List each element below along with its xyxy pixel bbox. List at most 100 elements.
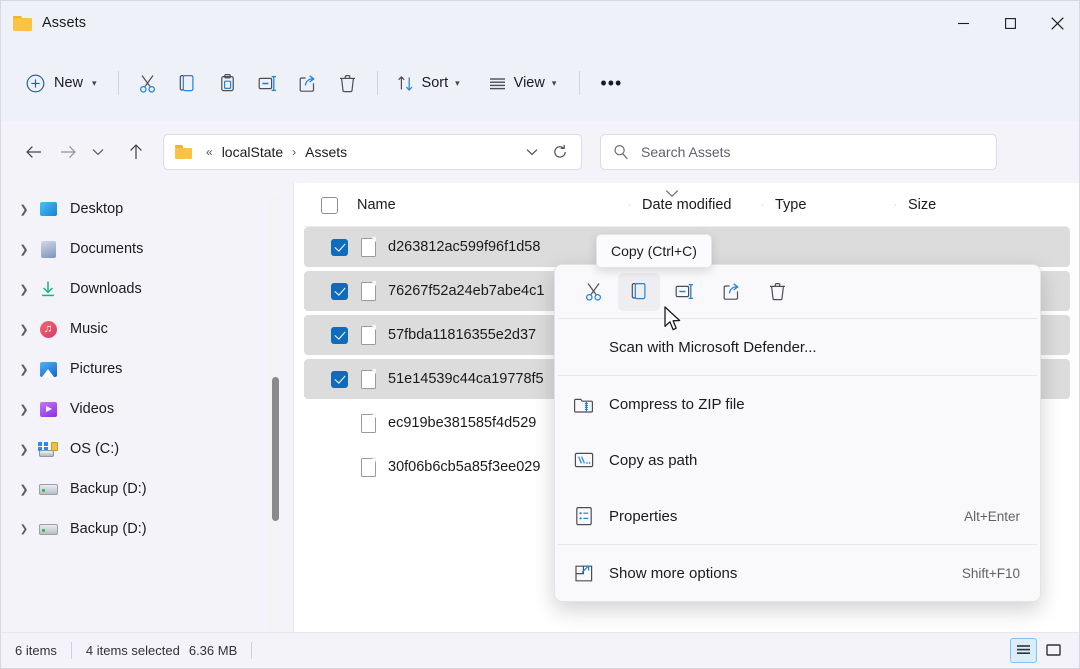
sidebar-item-pictures[interactable]: ❯ Pictures (7, 349, 251, 389)
sidebar-item-backup-d[interactable]: ❯ Backup (D:) (7, 469, 251, 509)
pane-view-button[interactable] (1040, 638, 1067, 663)
tooltip: Copy (Ctrl+C) (596, 234, 712, 268)
rename-button[interactable] (248, 65, 288, 101)
chevron-right-icon[interactable]: ❯ (11, 196, 37, 222)
sidebar-label: Documents (70, 241, 143, 257)
column-header-type[interactable]: Type (762, 197, 895, 213)
toolbar-divider-2 (377, 71, 378, 95)
drive-icon (37, 484, 59, 495)
chevron-right-icon[interactable]: ❯ (11, 276, 37, 302)
search-box[interactable]: Search Assets (600, 134, 997, 170)
copy-button[interactable] (168, 65, 208, 101)
sidebar-item-documents[interactable]: ❯ Documents (7, 229, 251, 269)
documents-icon (37, 241, 59, 258)
sidebar-label: Music (70, 321, 108, 337)
cut-button[interactable] (128, 65, 168, 101)
ellipsis-icon: ••• (600, 73, 622, 94)
forward-button[interactable] (51, 135, 85, 169)
address-bar[interactable]: « localState › Assets (163, 134, 582, 170)
path-icon (573, 451, 595, 469)
copy-icon (629, 281, 650, 302)
context-item-show-more-options[interactable]: Show more options Shift+F10 (555, 545, 1040, 601)
column-header-date-modified[interactable]: Date modified (629, 197, 762, 213)
paste-button[interactable] (208, 65, 248, 101)
context-item-compress-zip[interactable]: Compress to ZIP file (555, 376, 1040, 432)
new-button[interactable]: New ▾ (17, 65, 109, 101)
minimize-button[interactable] (940, 1, 987, 45)
view-button[interactable]: View ▾ (479, 65, 566, 101)
select-all-checkbox[interactable] (321, 197, 338, 214)
sort-button[interactable]: Sort ▾ (387, 65, 469, 101)
maximize-button[interactable] (987, 1, 1034, 45)
search-input[interactable]: Search Assets (641, 144, 731, 160)
search-icon (613, 144, 629, 160)
status-divider (71, 642, 72, 659)
context-item-label: Scan with Microsoft Defender... (609, 339, 1020, 356)
details-view-icon (1015, 643, 1032, 658)
refresh-button[interactable] (545, 138, 575, 166)
pane-view-icon (1045, 643, 1062, 658)
sidebar-item-backup-d-expanded[interactable]: ❯ Backup (D:) (7, 509, 251, 549)
sidebar-label: Backup (D:) (70, 481, 147, 497)
rename-icon (257, 73, 279, 94)
context-menu-icon-row (555, 265, 1040, 318)
share-icon (721, 281, 742, 302)
up-button[interactable] (119, 135, 153, 169)
sidebar-scrollbar-thumb[interactable] (272, 377, 279, 521)
arrow-up-icon (128, 143, 144, 161)
recent-locations-button[interactable] (85, 135, 111, 169)
chevron-right-icon[interactable]: ❯ (11, 316, 37, 342)
status-selection-count: 4 items selected (86, 643, 180, 658)
close-button[interactable] (1034, 1, 1080, 45)
share-button[interactable] (288, 65, 328, 101)
sidebar-item-music[interactable]: ❯ Music (7, 309, 251, 349)
address-dropdown-button[interactable] (519, 138, 545, 166)
scissors-icon (137, 73, 158, 94)
refresh-icon (552, 144, 568, 160)
details-view-button[interactable] (1010, 638, 1037, 663)
context-delete-button[interactable] (756, 273, 798, 311)
scissors-icon (583, 281, 604, 302)
sidebar-item-videos[interactable]: ❯ Videos (7, 389, 251, 429)
sidebar-item-downloads[interactable]: ❯ Downloads (7, 269, 251, 309)
breadcrumb-localstate[interactable]: localState (218, 141, 287, 163)
context-cut-button[interactable] (572, 273, 614, 311)
chevron-right-icon[interactable]: ❯ (11, 236, 37, 262)
arrow-right-icon (59, 144, 77, 160)
context-copy-button[interactable] (618, 273, 660, 311)
window-title: Assets (42, 15, 86, 31)
see-more-button[interactable]: ••• (589, 65, 633, 101)
view-button-label: View (514, 75, 545, 91)
column-header-name[interactable]: Name (338, 197, 629, 213)
chevron-down-icon[interactable]: ❯ (11, 516, 37, 542)
delete-button[interactable] (328, 65, 368, 101)
mouse-cursor (664, 306, 683, 333)
sidebar-item-os-c[interactable]: ❯ OS (C:) (7, 429, 251, 469)
column-header-size[interactable]: Size (895, 197, 1028, 213)
chevron-down-icon: ▾ (92, 78, 97, 89)
context-item-properties[interactable]: Properties Alt+Enter (555, 488, 1040, 544)
chevron-right-icon[interactable]: ❯ (11, 476, 37, 502)
chevron-right-icon[interactable]: ❯ (11, 356, 37, 382)
row-checkbox[interactable] (331, 371, 348, 388)
sidebar-item-desktop[interactable]: ❯ Desktop (7, 189, 251, 229)
row-checkbox[interactable] (331, 239, 348, 256)
context-item-scan-defender[interactable]: Scan with Microsoft Defender... (555, 319, 1040, 375)
breadcrumb-assets[interactable]: Assets (301, 141, 351, 163)
breadcrumb-separator: › (287, 145, 301, 159)
context-share-button[interactable] (710, 273, 752, 311)
file-icon (361, 370, 376, 389)
file-icon (361, 326, 376, 345)
column-headers: Name Date modified Type Size (294, 183, 1080, 227)
back-button[interactable] (17, 135, 51, 169)
sidebar-label: Videos (70, 401, 114, 417)
context-item-copy-as-path[interactable]: Copy as path (555, 432, 1040, 488)
file-name: 30f06b6cb5a85f3ee029 (388, 459, 540, 475)
row-checkbox[interactable] (331, 283, 348, 300)
clipboard-icon (217, 73, 238, 94)
row-checkbox[interactable] (331, 327, 348, 344)
rename-icon (674, 281, 696, 302)
context-rename-button[interactable] (664, 273, 706, 311)
chevron-right-icon[interactable]: ❯ (11, 396, 37, 422)
chevron-right-icon[interactable]: ❯ (11, 436, 37, 462)
